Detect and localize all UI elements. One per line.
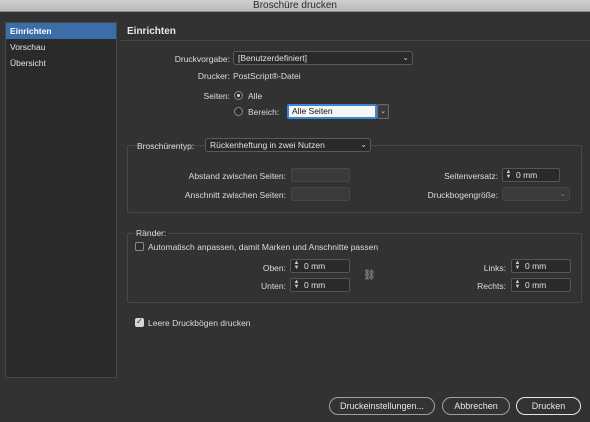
pages-all-label: Alle bbox=[248, 91, 263, 101]
bleed-between-field bbox=[291, 187, 350, 201]
booklet-type-select[interactable]: Rückenheftung in zwei Nutzen ⌄ bbox=[205, 138, 371, 152]
creep-value: 0 mm bbox=[516, 170, 538, 180]
print-preset-value: [Benutzerdefiniert] bbox=[238, 53, 307, 63]
print-settings-button[interactable]: Druckeinstellungen... bbox=[329, 397, 435, 415]
sidebar-item-vorschau[interactable]: Vorschau bbox=[6, 39, 116, 55]
top-margin-field[interactable]: ▲ ▼ 0 mm bbox=[290, 259, 350, 273]
signature-size-select: ⌄ bbox=[502, 187, 570, 201]
booklet-type-value: Rückenheftung in zwei Nutzen bbox=[210, 140, 325, 150]
pages-label: Seiten: bbox=[203, 91, 230, 101]
chain-link-icon[interactable]: ⛓ bbox=[363, 270, 376, 282]
space-between-label: Abstand zwischen Seiten: bbox=[188, 171, 286, 181]
title-divider bbox=[121, 40, 590, 41]
chevron-down-icon: ⌄ bbox=[402, 53, 409, 62]
stepper-icon[interactable]: ▲ ▼ bbox=[514, 260, 521, 271]
pages-range-label: Bereich: bbox=[248, 107, 280, 117]
creep-label: Seitenversatz: bbox=[444, 171, 498, 181]
blank-spreads-label: Leere Druckbögen drucken bbox=[148, 318, 251, 328]
right-margin-label: Rechts: bbox=[477, 281, 506, 291]
sidebar-item-uebersicht[interactable]: Übersicht bbox=[6, 55, 116, 71]
bottom-margin-label: Unten: bbox=[260, 281, 286, 291]
sidebar-item-einrichten[interactable]: Einrichten bbox=[6, 23, 116, 39]
printer-value: PostScript®-Datei bbox=[233, 71, 301, 81]
pages-range-dropdown[interactable]: ⌄ bbox=[377, 104, 389, 119]
blank-spreads-checkbox[interactable] bbox=[135, 317, 144, 327]
left-margin-field[interactable]: ▲ ▼ 0 mm bbox=[511, 259, 571, 273]
printer-label: Drucker: bbox=[197, 71, 230, 81]
top-margin-label: Oben: bbox=[262, 263, 286, 273]
booklet-type-label: Broschürentyp: bbox=[137, 141, 195, 151]
bottom-margin-value: 0 mm bbox=[304, 280, 326, 290]
cancel-button[interactable]: Abbrechen bbox=[442, 397, 510, 415]
print-preset-label: Druckvorgabe: bbox=[174, 54, 230, 64]
space-between-field bbox=[291, 168, 350, 182]
bleed-between-label: Anschnitt zwischen Seiten: bbox=[184, 190, 286, 200]
chevron-down-icon: ⌄ bbox=[559, 189, 566, 198]
left-margin-value: 0 mm bbox=[525, 261, 547, 271]
auto-fit-label: Automatisch anpassen, damit Marken und A… bbox=[148, 242, 379, 252]
stepper-icon[interactable]: ▲ ▼ bbox=[505, 169, 512, 180]
pages-range-radio[interactable] bbox=[234, 107, 243, 116]
auto-fit-checkbox[interactable] bbox=[135, 242, 144, 251]
pages-all-radio[interactable] bbox=[234, 91, 243, 100]
print-preset-select[interactable]: [Benutzerdefiniert] ⌄ bbox=[233, 51, 413, 65]
top-margin-value: 0 mm bbox=[304, 261, 326, 271]
stepper-icon[interactable]: ▲ ▼ bbox=[293, 279, 300, 290]
margins-title: Ränder: bbox=[134, 228, 169, 238]
window-title: Broschüre drucken bbox=[0, 0, 590, 12]
bottom-margin-field[interactable]: ▲ ▼ 0 mm bbox=[290, 278, 350, 292]
signature-size-label: Druckbogengröße: bbox=[427, 190, 498, 200]
right-margin-field[interactable]: ▲ ▼ 0 mm bbox=[511, 278, 571, 292]
stepper-icon[interactable]: ▲ ▼ bbox=[293, 260, 300, 271]
left-margin-label: Links: bbox=[483, 263, 506, 273]
print-button[interactable]: Drucken bbox=[516, 397, 581, 415]
pages-range-input[interactable]: Alle Seiten bbox=[287, 104, 377, 119]
chevron-down-icon: ⌄ bbox=[380, 108, 386, 115]
stepper-icon[interactable]: ▲ ▼ bbox=[514, 279, 521, 290]
sidebar: Einrichten Vorschau Übersicht bbox=[5, 22, 117, 378]
right-margin-value: 0 mm bbox=[525, 280, 547, 290]
creep-field[interactable]: ▲ ▼ 0 mm bbox=[502, 168, 560, 182]
chevron-down-icon: ⌄ bbox=[360, 140, 367, 149]
page-title: Einrichten bbox=[127, 26, 176, 37]
